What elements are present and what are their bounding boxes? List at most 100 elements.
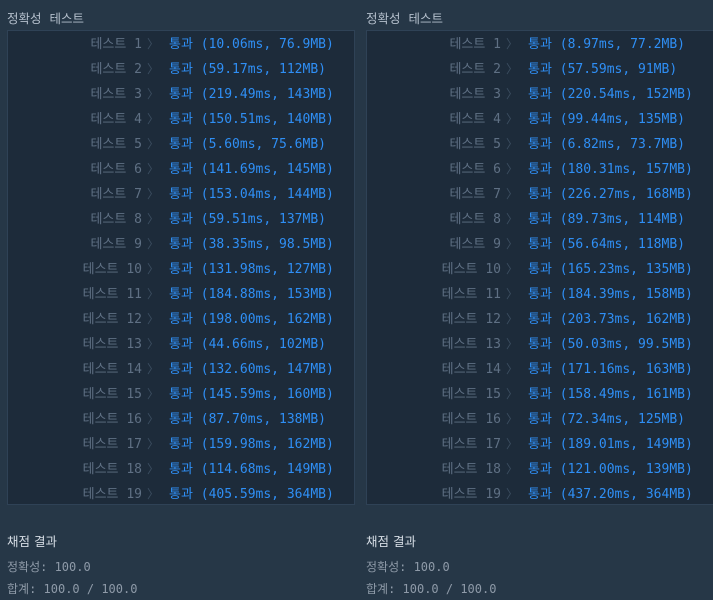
- test-name: 테스트 15: [441, 387, 501, 402]
- chevron-right-icon: 〉: [147, 287, 160, 301]
- test-name: 테스트 9: [449, 237, 501, 252]
- test-result-row: 테스트 8 〉 통과 (59.51ms, 137MB): [8, 207, 354, 232]
- test-result-row: 테스트 9 〉 통과 (56.64ms, 118MB): [367, 232, 713, 257]
- test-name: 테스트 19: [441, 487, 501, 502]
- chevron-right-icon: 〉: [506, 37, 519, 51]
- test-result-row: 테스트 15 〉 통과 (158.49ms, 161MB): [367, 382, 713, 407]
- test-result-row: 테스트 18 〉 통과 (121.00ms, 139MB): [367, 457, 713, 482]
- total-score: 합계: 100.0 / 100.0: [7, 582, 138, 596]
- test-name: 테스트 15: [82, 387, 142, 402]
- chevron-right-icon: 〉: [506, 287, 519, 301]
- grading-result-heading: 채점 결과: [366, 534, 416, 549]
- test-name: 테스트 8: [90, 212, 142, 227]
- test-result: 통과 (114.68ms, 149MB): [169, 462, 334, 477]
- test-result-row: 테스트 19 〉 통과 (437.20ms, 364MB): [367, 482, 713, 507]
- test-result: 통과 (56.64ms, 118MB): [528, 237, 685, 252]
- chevron-right-icon: 〉: [147, 237, 160, 251]
- chevron-right-icon: 〉: [147, 262, 160, 276]
- test-name: 테스트 1: [90, 37, 142, 52]
- chevron-right-icon: 〉: [506, 412, 519, 426]
- chevron-right-icon: 〉: [506, 387, 519, 401]
- test-result-row: 테스트 17 〉 통과 (189.01ms, 149MB): [367, 432, 713, 457]
- test-result: 통과 (437.20ms, 364MB): [528, 487, 693, 502]
- test-result-row: 테스트 13 〉 통과 (50.03ms, 99.5MB): [367, 332, 713, 357]
- test-result-row: 테스트 6 〉 통과 (141.69ms, 145MB): [8, 157, 354, 182]
- chevron-right-icon: 〉: [147, 387, 160, 401]
- chevron-right-icon: 〉: [506, 62, 519, 76]
- test-name: 테스트 13: [441, 337, 501, 352]
- test-name: 테스트 14: [441, 362, 501, 377]
- test-result: 통과 (89.73ms, 114MB): [528, 212, 685, 227]
- test-result-row: 테스트 12 〉 통과 (203.73ms, 162MB): [367, 307, 713, 332]
- test-name: 테스트 4: [90, 112, 142, 127]
- test-result: 통과 (87.70ms, 138MB): [169, 412, 326, 427]
- chevron-right-icon: 〉: [506, 462, 519, 476]
- test-result-row: 테스트 4 〉 통과 (99.44ms, 135MB): [367, 107, 713, 132]
- chevron-right-icon: 〉: [506, 162, 519, 176]
- test-result: 통과 (121.00ms, 139MB): [528, 462, 693, 477]
- test-name: 테스트 18: [441, 462, 501, 477]
- test-name: 테스트 4: [449, 112, 501, 127]
- test-result: 통과 (153.04ms, 144MB): [169, 187, 334, 202]
- test-name: 테스트 1: [449, 37, 501, 52]
- test-result: 통과 (180.31ms, 157MB): [528, 162, 693, 177]
- chevron-right-icon: 〉: [506, 262, 519, 276]
- test-name: 테스트 8: [449, 212, 501, 227]
- test-result: 통과 (184.39ms, 158MB): [528, 287, 693, 302]
- test-result: 통과 (219.49ms, 143MB): [169, 87, 334, 102]
- test-result-row: 테스트 8 〉 통과 (89.73ms, 114MB): [367, 207, 713, 232]
- test-result-row: 테스트 19 〉 통과 (405.59ms, 364MB): [8, 482, 354, 507]
- chevron-right-icon: 〉: [506, 237, 519, 251]
- test-result: 통과 (184.88ms, 153MB): [169, 287, 334, 302]
- test-result-row: 테스트 10 〉 통과 (131.98ms, 127MB): [8, 257, 354, 282]
- test-result-row: 테스트 11 〉 통과 (184.39ms, 158MB): [367, 282, 713, 307]
- accuracy-score: 정확성: 100.0: [366, 560, 450, 574]
- test-result: 통과 (132.60ms, 147MB): [169, 362, 334, 377]
- test-name: 테스트 6: [449, 162, 501, 177]
- test-result-row: 테스트 3 〉 통과 (219.49ms, 143MB): [8, 82, 354, 107]
- test-result-row: 테스트 9 〉 통과 (38.35ms, 98.5MB): [8, 232, 354, 257]
- test-result: 통과 (8.97ms, 77.2MB): [528, 37, 685, 52]
- test-name: 테스트 10: [82, 262, 142, 277]
- test-name: 테스트 13: [82, 337, 142, 352]
- test-result: 통과 (226.27ms, 168MB): [528, 187, 693, 202]
- test-name: 테스트 5: [449, 137, 501, 152]
- test-result-row: 테스트 5 〉 통과 (6.82ms, 73.7MB): [367, 132, 713, 157]
- test-result-row: 테스트 11 〉 통과 (184.88ms, 153MB): [8, 282, 354, 307]
- section-title: 정확성 테스트: [7, 11, 84, 26]
- test-result-row: 테스트 7 〉 통과 (226.27ms, 168MB): [367, 182, 713, 207]
- chevron-right-icon: 〉: [147, 162, 160, 176]
- test-result: 통과 (189.01ms, 149MB): [528, 437, 693, 452]
- test-result: 통과 (59.51ms, 137MB): [169, 212, 326, 227]
- test-result: 통과 (38.35ms, 98.5MB): [169, 237, 334, 252]
- section-title: 정확성 테스트: [366, 11, 443, 26]
- test-name: 테스트 9: [90, 237, 142, 252]
- chevron-right-icon: 〉: [506, 337, 519, 351]
- test-results-list: 테스트 1 〉 통과 (8.97ms, 77.2MB) 테스트 2 〉 통과 (57.59…: [367, 32, 713, 507]
- chevron-right-icon: 〉: [506, 487, 519, 501]
- chevron-right-icon: 〉: [147, 412, 160, 426]
- test-name: 테스트 7: [90, 187, 142, 202]
- test-result-row: 테스트 16 〉 통과 (87.70ms, 138MB): [8, 407, 354, 432]
- chevron-right-icon: 〉: [147, 212, 160, 226]
- test-name: 테스트 3: [449, 87, 501, 102]
- test-result-row: 테스트 14 〉 통과 (171.16ms, 163MB): [367, 357, 713, 382]
- chevron-right-icon: 〉: [147, 187, 160, 201]
- test-result: 통과 (99.44ms, 135MB): [528, 112, 685, 127]
- test-result-row: 테스트 5 〉 통과 (5.60ms, 75.6MB): [8, 132, 354, 157]
- test-name: 테스트 12: [441, 312, 501, 327]
- chevron-right-icon: 〉: [506, 312, 519, 326]
- accuracy-score: 정확성: 100.0: [7, 560, 91, 574]
- test-name: 테스트 11: [82, 287, 142, 302]
- test-name: 테스트 5: [90, 137, 142, 152]
- test-result-row: 테스트 2 〉 통과 (59.17ms, 112MB): [8, 57, 354, 82]
- test-result-row: 테스트 13 〉 통과 (44.66ms, 102MB): [8, 332, 354, 357]
- total-score: 합계: 100.0 / 100.0: [366, 582, 497, 596]
- test-result: 통과 (10.06ms, 76.9MB): [169, 37, 334, 52]
- test-result-row: 테스트 2 〉 통과 (57.59ms, 91MB): [367, 57, 713, 82]
- test-name: 테스트 7: [449, 187, 501, 202]
- test-result: 통과 (405.59ms, 364MB): [169, 487, 334, 502]
- test-name: 테스트 18: [82, 462, 142, 477]
- test-result-row: 테스트 10 〉 통과 (165.23ms, 135MB): [367, 257, 713, 282]
- test-result-row: 테스트 7 〉 통과 (153.04ms, 144MB): [8, 182, 354, 207]
